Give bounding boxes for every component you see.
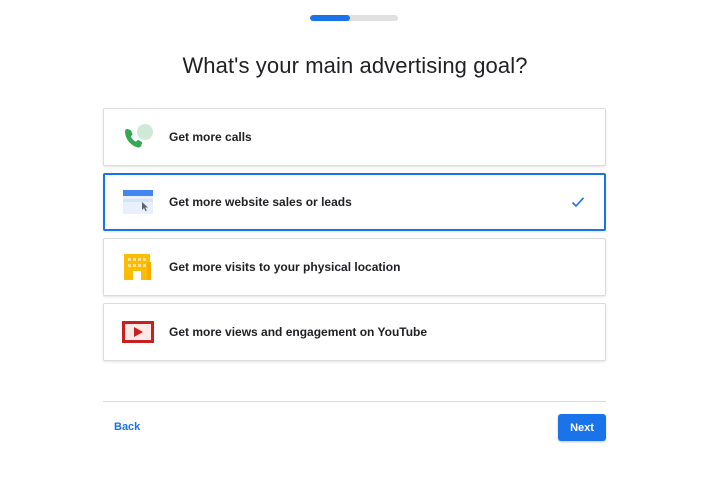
option-get-more-visits[interactable]: Get more visits to your physical locatio…: [103, 238, 606, 296]
option-label: Get more calls: [169, 130, 252, 144]
option-label: Get more views and engagement on YouTube: [169, 325, 428, 339]
option-label: Get more visits to your physical locatio…: [169, 260, 401, 274]
building-icon: [121, 252, 155, 282]
progress-bar-fill: [310, 15, 350, 21]
browser-window-icon: [121, 187, 155, 217]
back-button[interactable]: Back: [114, 421, 140, 433]
footer-divider: [103, 401, 606, 402]
option-label: Get more website sales or leads: [169, 195, 352, 209]
checkmark-icon: [570, 194, 586, 210]
option-get-more-calls[interactable]: Get more calls: [103, 108, 606, 166]
next-button[interactable]: Next: [558, 414, 606, 441]
goal-options-list: Get more calls Get more website sales or…: [103, 108, 606, 368]
goal-selection-page: What's your main advertising goal? Get m…: [0, 0, 710, 501]
phone-icon: [121, 122, 155, 152]
youtube-play-icon: [121, 317, 155, 347]
page-title: What's your main advertising goal?: [182, 52, 528, 78]
progress-bar: [310, 15, 398, 21]
option-get-more-website-sales[interactable]: Get more website sales or leads: [103, 173, 606, 231]
option-get-more-youtube-views[interactable]: Get more views and engagement on YouTube: [103, 303, 606, 361]
